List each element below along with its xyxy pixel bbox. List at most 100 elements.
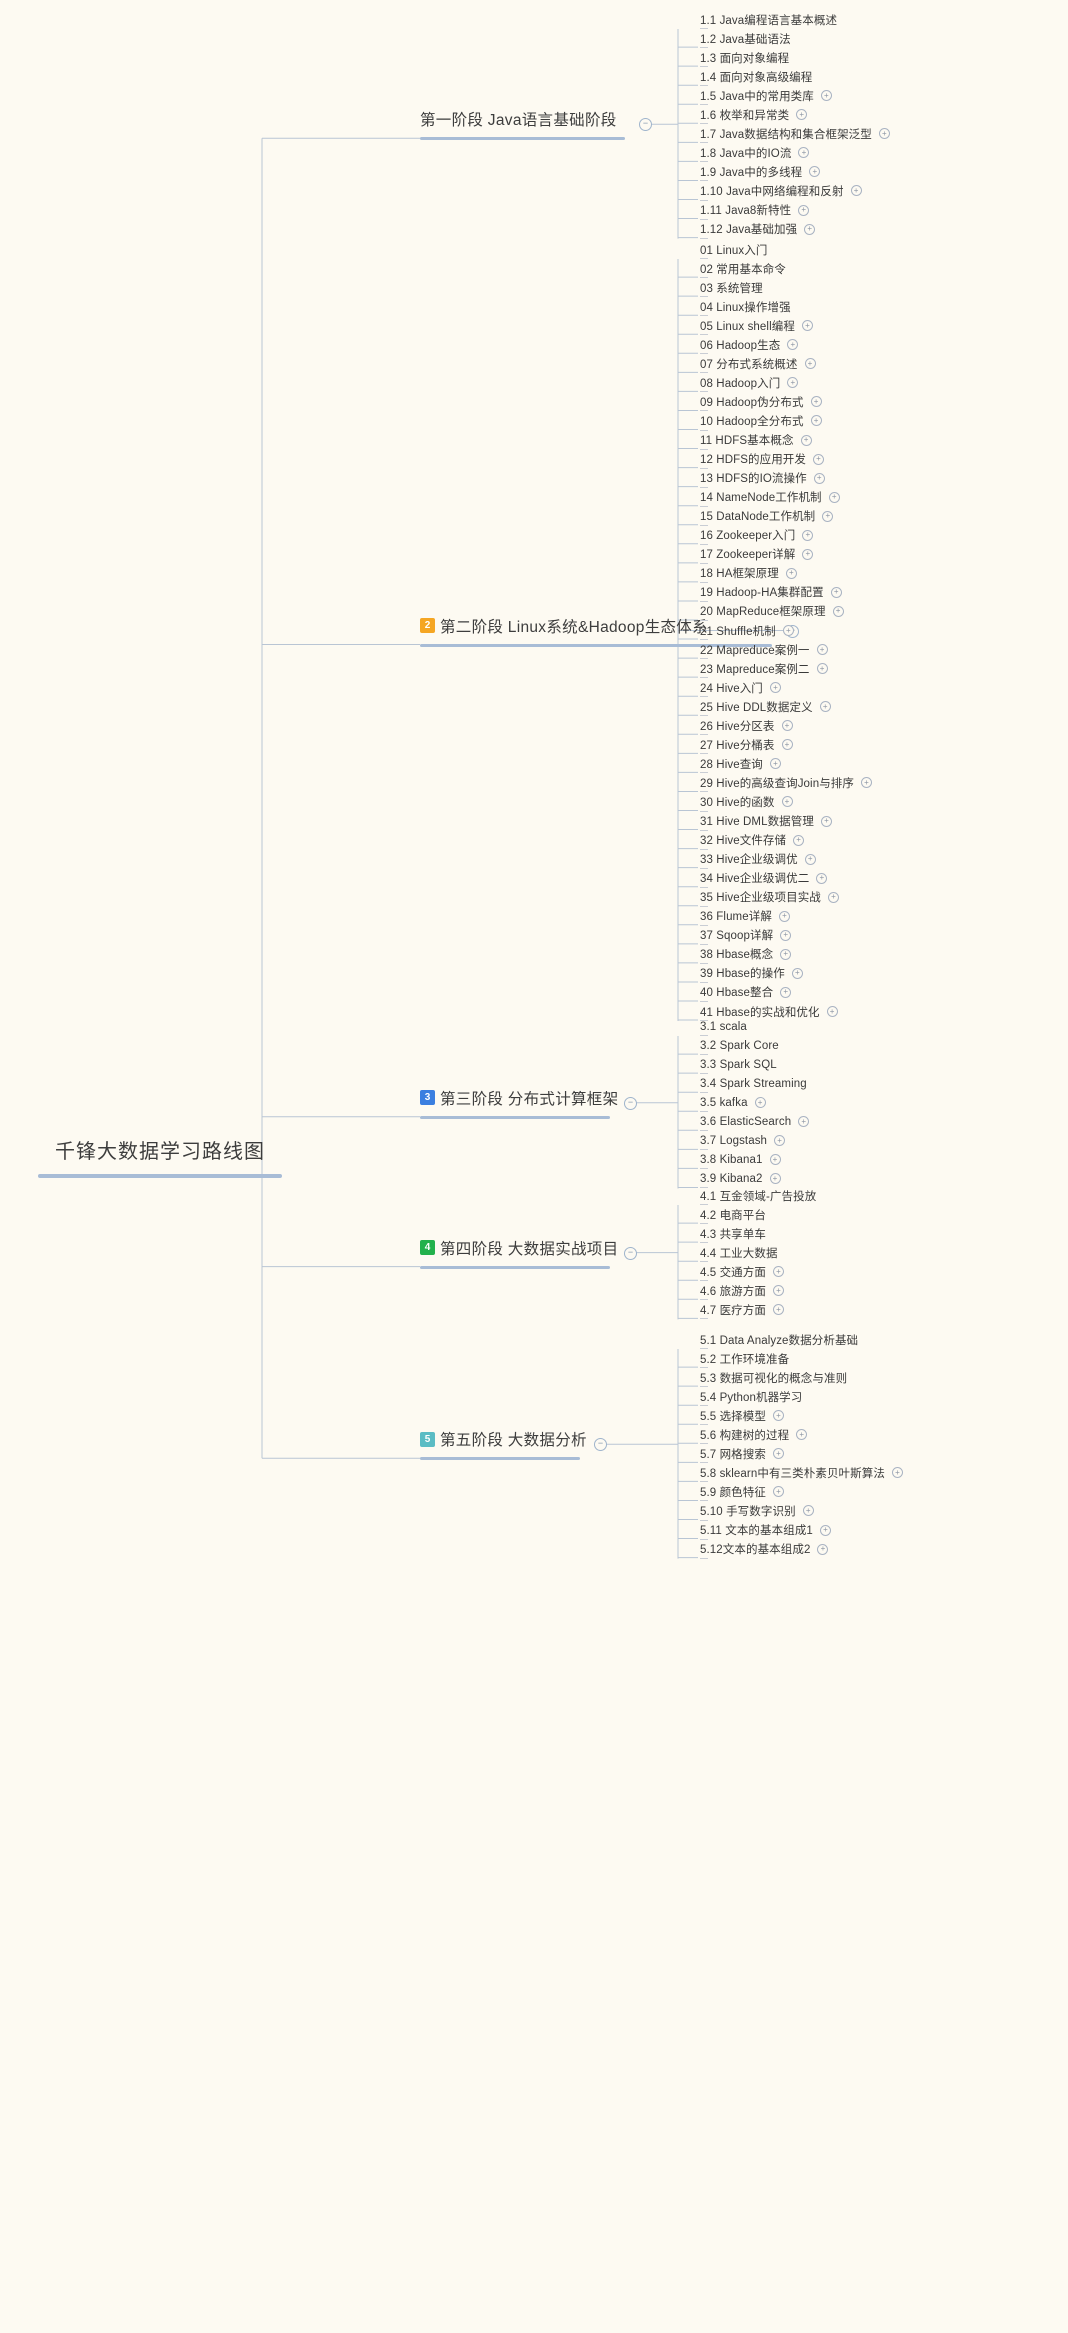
leaf-expand-toggle[interactable]: + [772,1410,784,1422]
leaf-node[interactable]: 09 Hadoop伪分布式 + [700,392,822,411]
leaf-node[interactable]: 22 Mapreduce案例一 + [700,640,828,659]
stage-collapse-toggle-4[interactable]: − [624,1246,637,1260]
leaf-expand-toggle[interactable]: + [772,1285,784,1297]
leaf-node[interactable]: 02 常用基本命令 [700,259,786,278]
leaf-expand-toggle[interactable]: + [816,644,828,656]
leaf-expand-toggle[interactable]: + [813,453,824,465]
leaf-node[interactable]: 1.9 Java中的多线程 + [700,162,821,181]
leaf-expand-toggle[interactable]: + [804,853,816,865]
leaf-expand-toggle[interactable]: + [819,1524,831,1536]
stage-label-row[interactable]: 4 第四阶段 大数据实战项目 [420,1237,618,1266]
leaf-expand-toggle[interactable]: + [754,1097,766,1109]
leaf-node[interactable]: 5.10 手写数字识别 + [700,1501,814,1520]
leaf-node[interactable]: 10 Hadoop全分布式 + [700,411,822,430]
leaf-node[interactable]: 1.5 Java中的常用类库 + [700,86,832,105]
leaf-node[interactable]: 16 Zookeeper入门 + [700,526,814,545]
leaf-node[interactable]: 23 Mapreduce案例二 + [700,659,828,678]
leaf-node[interactable]: 3.7 Logstash + [700,1131,786,1150]
leaf-node[interactable]: 5.11 文本的基本组成1 + [700,1521,831,1540]
leaf-node[interactable]: 37 Sqoop详解 + [700,926,792,945]
leaf-expand-toggle[interactable]: + [809,166,821,178]
leaf-expand-toggle[interactable]: + [781,739,793,751]
leaf-node[interactable]: 12 HDFS的应用开发 + [700,450,824,469]
leaf-node[interactable]: 35 Hive企业级项目实战 + [700,888,839,907]
leaf-expand-toggle[interactable]: + [828,491,840,503]
leaf-expand-toggle[interactable]: + [791,967,803,979]
leaf-node[interactable]: 08 Hadoop入门 + [700,373,799,392]
leaf-node[interactable]: 5.8 sklearn中有三类朴素贝叶斯算法 + [700,1463,903,1482]
leaf-expand-toggle[interactable]: + [785,567,797,579]
leaf-expand-toggle[interactable]: + [780,929,792,941]
leaf-node[interactable]: 1.7 Java数据结构和集合框架泛型 + [700,124,890,143]
leaf-expand-toggle[interactable]: + [801,320,813,332]
leaf-expand-toggle[interactable]: + [772,1304,784,1316]
leaf-expand-toggle[interactable]: + [800,434,812,446]
leaf-node[interactable]: 14 NameNode工作机制 + [700,488,840,507]
leaf-expand-toggle[interactable]: + [810,396,822,408]
leaf-expand-toggle[interactable]: + [830,586,842,598]
leaf-node[interactable]: 4.6 旅游方面 + [700,1281,784,1300]
leaf-node[interactable]: 5.1 Data Analyze数据分析基础 [700,1330,858,1349]
leaf-node[interactable]: 32 Hive文件存储 + [700,831,805,850]
leaf-node[interactable]: 4.5 交通方面 + [700,1262,784,1281]
leaf-node[interactable]: 3.1 scala [700,1017,747,1036]
leaf-node[interactable]: 07 分布式系统概述 + [700,354,816,373]
leaf-expand-toggle[interactable]: + [822,510,834,522]
leaf-node[interactable]: 5.3 数据可视化的概念与准则 [700,1368,847,1387]
leaf-expand-toggle[interactable]: + [804,358,816,370]
leaf-node[interactable]: 5.7 网格搜索 + [700,1444,784,1463]
leaf-node[interactable]: 1.8 Java中的IO流 + [700,143,810,162]
leaf-node[interactable]: 3.3 Spark SQL [700,1055,777,1074]
leaf-expand-toggle[interactable]: + [819,701,831,713]
leaf-expand-toggle[interactable]: + [781,796,793,808]
leaf-node[interactable]: 5.5 选择模型 + [700,1406,784,1425]
leaf-expand-toggle[interactable]: + [802,529,814,541]
leaf-expand-toggle[interactable]: + [769,1173,781,1185]
leaf-expand-toggle[interactable]: + [780,986,792,998]
leaf-node[interactable]: 36 Flume详解 + [700,907,790,926]
leaf-node[interactable]: 4.1 互金领域-广告投放 [700,1186,816,1205]
leaf-node[interactable]: 01 Linux入门 [700,240,767,259]
leaf-node[interactable]: 04 Linux操作增强 [700,297,791,316]
leaf-expand-toggle[interactable]: + [787,339,799,351]
leaf-node[interactable]: 29 Hive的高级查询Join与排序 + [700,773,872,792]
leaf-expand-toggle[interactable]: + [778,910,790,922]
leaf-expand-toggle[interactable]: + [810,415,822,427]
stage-label-row[interactable]: 3 第三阶段 分布式计算框架 [420,1087,618,1116]
leaf-node[interactable]: 13 HDFS的IO流操作 + [700,469,825,488]
leaf-expand-toggle[interactable]: + [793,834,805,846]
leaf-node[interactable]: 24 Hive入门 + [700,678,781,697]
leaf-node[interactable]: 31 Hive DML数据管理 + [700,812,832,831]
leaf-expand-toggle[interactable]: + [813,472,825,484]
leaf-node[interactable]: 1.11 Java8新特性 + [700,201,810,220]
leaf-expand-toggle[interactable]: + [796,1429,808,1441]
leaf-node[interactable]: 18 HA框架原理 + [700,564,797,583]
leaf-expand-toggle[interactable]: + [769,682,781,694]
leaf-expand-toggle[interactable]: + [820,90,832,102]
leaf-node[interactable]: 03 系统管理 [700,278,763,297]
leaf-expand-toggle[interactable]: + [774,1135,786,1147]
leaf-expand-toggle[interactable]: + [802,548,814,560]
leaf-expand-toggle[interactable]: + [826,1006,838,1017]
leaf-node[interactable]: 4.7 医疗方面 + [700,1300,784,1319]
leaf-node[interactable]: 5.12文本的基本组成2 + [700,1540,829,1559]
leaf-node[interactable]: 21 Shuffle机制 + [700,621,794,640]
leaf-node[interactable]: 25 Hive DDL数据定义 + [700,697,831,716]
leaf-expand-toggle[interactable]: + [817,1543,829,1555]
stage-label-row[interactable]: 第一阶段 Java语言基础阶段 [420,108,625,137]
leaf-node[interactable]: 06 Hadoop生态 + [700,335,799,354]
leaf-node[interactable]: 3.2 Spark Core [700,1036,779,1055]
leaf-node[interactable]: 4.3 共享单车 [700,1224,766,1243]
leaf-node[interactable]: 15 DataNode工作机制 + [700,507,834,526]
leaf-expand-toggle[interactable]: + [772,1448,784,1460]
leaf-node[interactable]: 11 HDFS基本概念 + [700,431,812,450]
leaf-expand-toggle[interactable]: + [769,758,781,770]
leaf-expand-toggle[interactable]: + [798,204,810,216]
leaf-node[interactable]: 1.12 Java基础加强 + [700,220,816,239]
leaf-expand-toggle[interactable]: + [832,605,844,617]
leaf-node[interactable]: 30 Hive的函数 + [700,792,793,811]
leaf-expand-toggle[interactable]: + [827,891,839,903]
leaf-node[interactable]: 3.5 kafka + [700,1093,766,1112]
leaf-node[interactable]: 1.6 枚举和异常类 + [700,105,808,124]
leaf-expand-toggle[interactable]: + [804,223,816,235]
